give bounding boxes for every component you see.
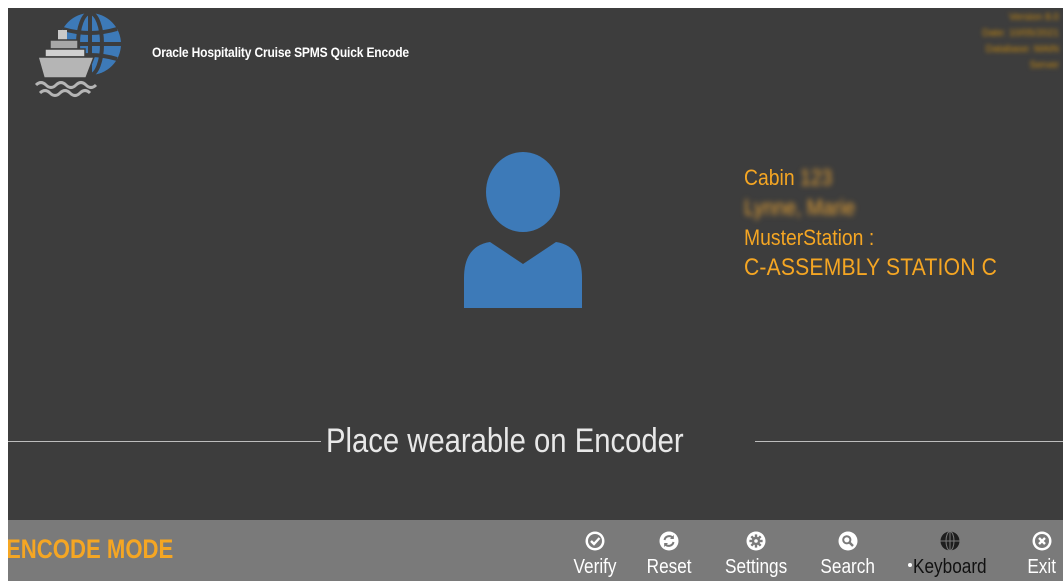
cabin-row: Cabin 123 (744, 163, 997, 193)
ship-globe-logo-icon (34, 11, 121, 97)
bottom-toolbar: ENCODE MODE Verify Reset Settings Search… (8, 520, 1063, 581)
search-button[interactable]: Search (813, 520, 883, 581)
settings-label: Settings (724, 556, 788, 578)
search-label: Search (820, 556, 876, 578)
guest-name: Lynne, Marie (744, 195, 856, 220)
verify-button[interactable]: Verify (564, 520, 626, 581)
divider (755, 441, 1063, 442)
divider (8, 441, 321, 442)
guest-info: Cabin 123 Lynne, Marie MusterStation : C… (744, 163, 997, 283)
app-title: Oracle Hospitality Cruise SPMS Quick Enc… (152, 44, 409, 60)
search-icon (838, 531, 858, 551)
muster-station: C-ASSEMBLY STATION C (744, 254, 998, 281)
version-info: Version 8.0 Date: 10/05/2021 Database: M… (939, 10, 1059, 74)
check-circle-icon (585, 531, 605, 551)
version-line: Database: MAIN (985, 44, 1059, 55)
reset-button[interactable]: Reset (641, 520, 697, 581)
prompt-text: Place wearable on Encoder (326, 422, 684, 460)
refresh-icon (659, 531, 679, 551)
encode-prompt: Place wearable on Encoder (8, 419, 1063, 463)
close-circle-icon (1032, 531, 1052, 551)
keyboard-button[interactable]: Keyboard (900, 520, 1000, 581)
cabin-label: Cabin (744, 165, 795, 190)
guest-name-row: Lynne, Marie (744, 193, 997, 223)
reset-label: Reset (646, 556, 692, 578)
cabin-number: 123 (799, 165, 833, 190)
quick-encode-window: Oracle Hospitality Cruise SPMS Quick Enc… (8, 8, 1063, 581)
keyboard-globe-icon (940, 531, 960, 551)
version-line: Version 8.0 (1008, 12, 1059, 23)
person-avatar-icon (464, 152, 582, 308)
keyboard-label: Keyboard (913, 556, 987, 578)
settings-button[interactable]: Settings (714, 520, 798, 581)
version-line: Date: 10/05/2021 (982, 28, 1059, 39)
gear-icon (746, 531, 766, 551)
cursor-dot (908, 563, 912, 567)
muster-label: MusterStation : (744, 225, 875, 250)
version-line: Server (1029, 60, 1059, 71)
mode-label: ENCODE MODE (8, 534, 174, 564)
exit-label: Exit (1027, 556, 1057, 578)
verify-label: Verify (573, 556, 617, 578)
exit-button[interactable]: Exit (1018, 520, 1063, 581)
